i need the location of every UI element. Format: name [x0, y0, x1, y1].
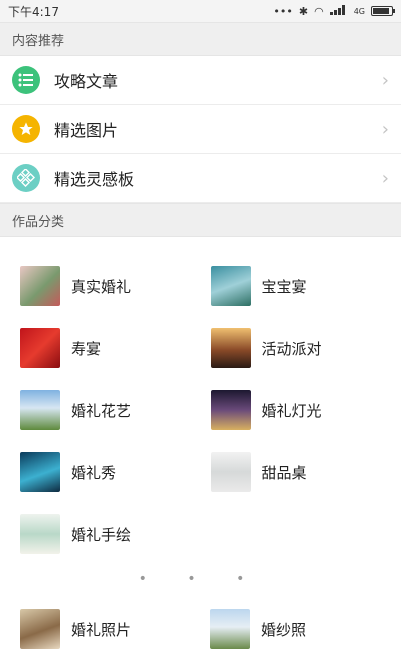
category-grid: 真实婚礼 宝宝宴 寿宴 活动派对 婚礼花艺 婚礼灯光 婚礼秀 甜品桌 婚礼手绘	[0, 237, 401, 565]
thumbnail-image	[210, 609, 250, 649]
category-label: 寿宴	[71, 339, 102, 358]
thumbnail-image	[210, 266, 251, 306]
star-icon	[12, 115, 40, 143]
thumbnail-image	[20, 452, 60, 492]
category-birthday-banquet[interactable]: 寿宴	[20, 317, 211, 379]
thumbnail-image	[20, 609, 60, 649]
category-label: 甜品桌	[261, 463, 307, 482]
category-party[interactable]: 活动派对	[210, 317, 401, 379]
thumbnail-image	[210, 452, 251, 492]
thumbnail-image	[20, 328, 60, 368]
chevron-right-icon: ›	[381, 167, 389, 189]
category-label: 婚礼花艺	[71, 401, 132, 420]
category-grid-next: 婚礼照片 婚纱照	[20, 598, 390, 660]
status-icons: ••• ✱ ◠ 4G	[273, 4, 395, 18]
category-hand-drawn[interactable]: 婚礼手绘	[20, 503, 211, 565]
category-bridal-photos[interactable]: 婚纱照	[210, 598, 390, 660]
list-icon	[12, 66, 40, 94]
wifi-icon: ◠	[314, 4, 324, 18]
row-images[interactable]: 精选图片 ›	[0, 105, 401, 154]
pager-dots[interactable]: • • •	[0, 571, 401, 587]
row-label: 攻略文章	[54, 72, 119, 91]
more-icon: •••	[273, 4, 293, 18]
diamond-grid-icon	[12, 164, 40, 192]
row-label: 精选图片	[54, 121, 119, 140]
category-dessert-table[interactable]: 甜品桌	[210, 441, 401, 503]
section-header-category: 作品分类	[0, 203, 401, 237]
category-label: 活动派对	[261, 339, 322, 358]
thumbnail-image	[20, 390, 60, 430]
category-wedding-show[interactable]: 婚礼秀	[20, 441, 211, 503]
category-real-wedding[interactable]: 真实婚礼	[20, 255, 211, 317]
row-articles[interactable]: 攻略文章 ›	[0, 56, 401, 105]
category-label: 婚礼秀	[71, 463, 117, 482]
network-type: 4G	[353, 6, 365, 16]
bluetooth-icon: ✱	[298, 4, 309, 18]
row-inspiration[interactable]: 精选灵感板 ›	[0, 154, 401, 203]
category-floral[interactable]: 婚礼花艺	[20, 379, 211, 441]
category-label: 婚礼照片	[71, 620, 132, 639]
category-label: 婚礼手绘	[71, 525, 132, 544]
category-label: 婚礼灯光	[261, 401, 322, 420]
section-header-content: 内容推荐	[0, 22, 401, 56]
chevron-right-icon: ›	[381, 118, 389, 140]
thumbnail-image	[20, 266, 60, 306]
category-lighting[interactable]: 婚礼灯光	[210, 379, 401, 441]
thumbnail-image	[20, 514, 60, 554]
category-label: 婚纱照	[261, 620, 307, 639]
status-time: 下午4:17	[8, 4, 59, 19]
chevron-right-icon: ›	[381, 69, 389, 91]
category-label: 真实婚礼	[71, 277, 132, 296]
category-baby-banquet[interactable]: 宝宝宴	[210, 255, 401, 317]
thumbnail-image	[210, 328, 251, 368]
row-label: 精选灵感板	[54, 170, 135, 189]
category-wedding-photos[interactable]: 婚礼照片	[20, 598, 210, 660]
thumbnail-image	[210, 390, 251, 430]
category-label: 宝宝宴	[261, 277, 307, 296]
cell-signal-icon	[329, 4, 348, 18]
status-bar: 下午4:17 ••• ✱ ◠ 4G	[0, 0, 401, 22]
battery-icon	[371, 6, 395, 16]
